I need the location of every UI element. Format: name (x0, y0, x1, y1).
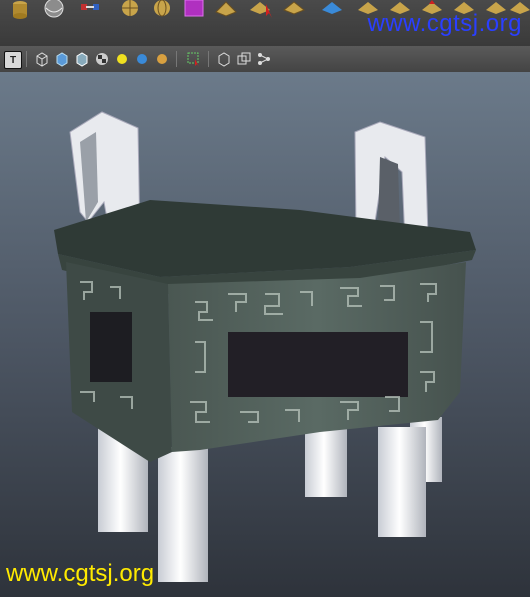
all-lights-icon[interactable] (134, 51, 150, 67)
text-toggle-button[interactable]: T (4, 51, 22, 69)
cube-grid-icon[interactable] (118, 0, 142, 20)
xray-icon[interactable] (236, 51, 252, 67)
plane-icon[interactable] (214, 0, 238, 20)
isolate-icon[interactable] (216, 51, 232, 67)
cylinder-icon[interactable] (8, 0, 32, 20)
toolbar-separator (176, 51, 177, 67)
3d-viewport[interactable] (0, 72, 530, 597)
panel-toolbar: T (0, 46, 530, 73)
dumbbell-icon[interactable] (78, 0, 102, 20)
wireframe-icon[interactable] (34, 51, 50, 67)
smooth-shade-icon[interactable] (54, 51, 70, 67)
joints-icon[interactable] (256, 51, 272, 67)
select-arrow-icon[interactable] (248, 0, 272, 20)
toolbar-separator (208, 51, 209, 67)
watermark-top: www.cgtsj.org (367, 10, 522, 37)
sphere-icon[interactable] (42, 0, 66, 20)
shade-wire-icon[interactable] (74, 51, 90, 67)
default-light-icon[interactable] (114, 51, 130, 67)
bronze-ding-model (54, 111, 476, 582)
checker-icon[interactable] (94, 51, 110, 67)
watermark-bottom: www.cgtsj.org (6, 560, 155, 587)
plane-icon[interactable] (282, 0, 306, 20)
sun-light-icon[interactable] (154, 51, 170, 67)
select-mode-icon[interactable] (186, 51, 202, 67)
toolbar-separator (26, 51, 27, 67)
texture-cube-icon[interactable] (182, 0, 206, 20)
globe-icon[interactable] (150, 0, 174, 20)
sculpt-icon[interactable] (320, 0, 344, 20)
